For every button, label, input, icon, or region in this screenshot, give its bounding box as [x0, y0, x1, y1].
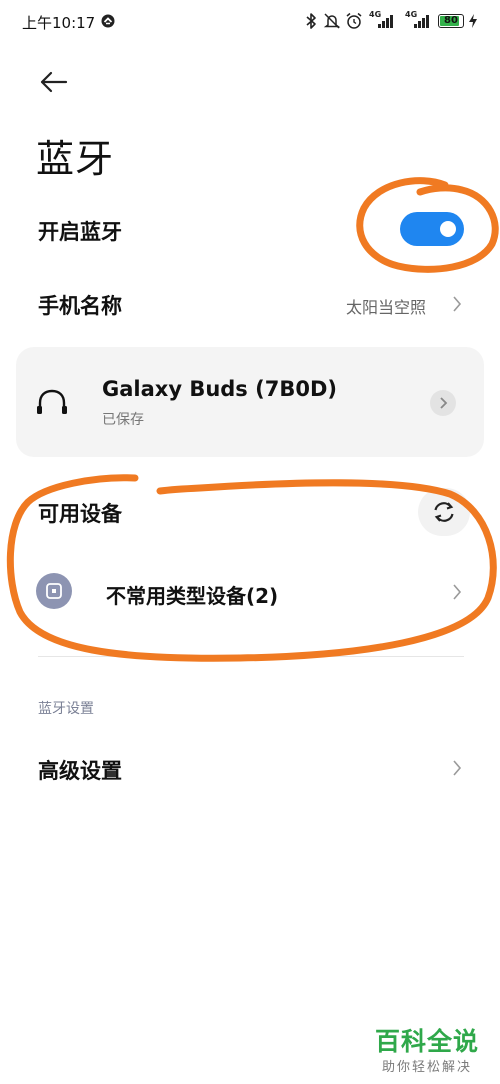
signal-4g-2-icon [411, 11, 431, 31]
available-devices-label: 可用设备 [38, 502, 122, 526]
chevron-right-icon [453, 760, 462, 776]
charging-icon [468, 11, 478, 31]
section-divider [38, 656, 464, 657]
saved-device-status: 已保存 [102, 412, 144, 428]
device-name-value: 太阳当空照 [346, 298, 427, 317]
back-arrow-icon [40, 71, 68, 93]
saved-device-card[interactable]: Galaxy Buds (7B0D) 已保存 [16, 347, 484, 457]
advanced-settings-label: 高级设置 [38, 759, 122, 783]
bluetooth-icon [305, 11, 317, 31]
battery-level: 80 [444, 15, 458, 26]
watermark-logo-text: 百科全说 [375, 1027, 480, 1056]
alarm-icon [345, 11, 363, 31]
signal-4g-1-icon [375, 11, 395, 31]
status-time: 上午10:17 [22, 14, 96, 32]
headphones-icon [37, 389, 67, 414]
uncommon-devices-label: 不常用类型设备(2) [106, 584, 279, 608]
device-type-icon [36, 573, 72, 609]
back-button[interactable] [36, 64, 72, 100]
toggle-knob [440, 221, 456, 237]
bluetooth-settings-page: 上午10:17 4G 4G 80 蓝牙 开启蓝牙 手机名称 太阳当空照 Gala… [0, 0, 500, 1084]
bluetooth-toggle-switch[interactable] [400, 212, 464, 246]
device-detail-button[interactable] [430, 390, 456, 416]
battery-icon: 80 [438, 14, 464, 28]
section-label-bluetooth-settings: 蓝牙设置 [38, 701, 94, 717]
chevron-right-icon [453, 584, 462, 600]
refresh-button[interactable] [418, 488, 470, 536]
mute-icon [323, 11, 341, 31]
status-bar: 上午10:17 4G 4G 80 [0, 0, 500, 44]
chevron-right-icon [453, 296, 462, 312]
page-title: 蓝牙 [36, 137, 115, 181]
chevron-right-icon [440, 397, 448, 409]
saved-device-name: Galaxy Buds (7B0D) [102, 377, 337, 401]
app-badge-icon [101, 11, 115, 31]
bluetooth-toggle-label: 开启蓝牙 [38, 220, 122, 244]
watermark-tagline: 助你轻松解决 [382, 1060, 473, 1075]
device-name-label: 手机名称 [38, 294, 122, 318]
refresh-icon [434, 502, 454, 522]
